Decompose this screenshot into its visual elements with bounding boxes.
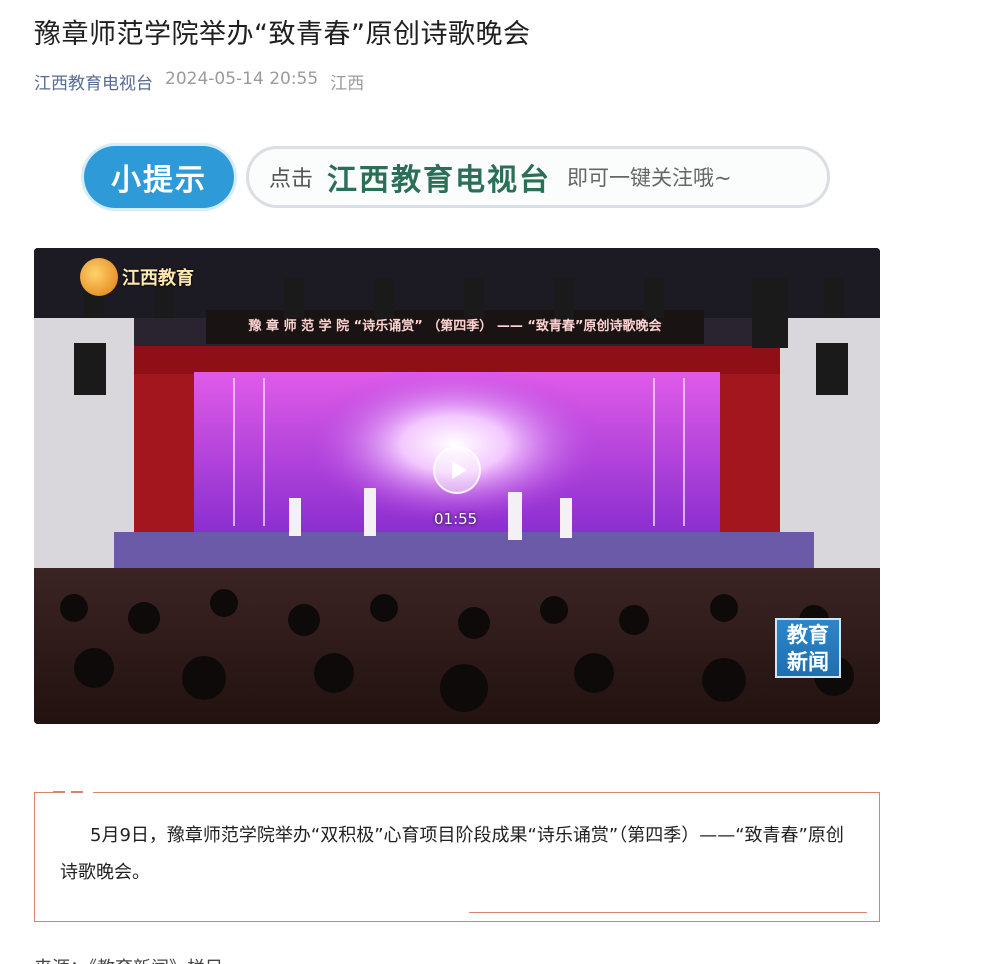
follow-tip-banner: 小提示 点击 江西教育电视台 即可一键关注哦~ (84, 142, 832, 212)
article-meta: 江西教育电视台 2024-05-14 20:55 江西 (34, 69, 364, 94)
news-badge-line1: 教育 (787, 623, 829, 647)
quote-bottom-line (469, 912, 867, 913)
intro-paragraph: 5月9日，豫章师范学院举办“双积极”心育项目阶段成果“诗乐诵赏”（第四季）——“… (60, 825, 844, 883)
article-title: 豫章师范学院举办“致青春”原创诗歌晚会 (34, 19, 531, 50)
news-badge: 教育 新闻 (775, 618, 841, 678)
publish-date: 2024-05-14 20:55 (165, 69, 319, 89)
account-name-link[interactable]: 江西教育电视台 (34, 69, 153, 94)
intro-quote-box: 5月9日，豫章师范学院举办“双积极”心育项目阶段成果“诗乐诵赏”（第四季）——“… (34, 791, 880, 922)
play-icon (452, 461, 467, 479)
source-line: 来源：《教育新闻》栏目 (34, 954, 223, 964)
video-duration: 01:55 (434, 510, 478, 528)
news-badge-line2: 新闻 (787, 650, 829, 674)
tip-account-name: 江西教育电视台 (327, 163, 552, 198)
publish-region: 江西 (330, 74, 365, 94)
station-globe-icon (80, 258, 118, 296)
tip-click-text: 点击 (269, 167, 314, 192)
station-logo: 江西教育 (80, 258, 194, 296)
tip-bar: 点击 江西教育电视台 即可一键关注哦~ (246, 146, 830, 208)
play-button[interactable] (433, 446, 481, 494)
stage-banner-text: 豫 章 师 范 学 院 “诗乐诵赏” （第四季） —— “致青春”原创诗歌晚会 (248, 319, 662, 334)
tip-badge: 小提示 (84, 146, 234, 208)
quote-top-decoration (53, 791, 93, 794)
tip-tail-text: 即可一键关注哦~ (567, 166, 732, 190)
station-logo-text: 江西教育 (122, 268, 194, 289)
video-player[interactable]: 江西教育 豫 章 师 范 学 院 “诗乐诵赏” （第四季） —— “致青春”原创… (34, 248, 880, 724)
